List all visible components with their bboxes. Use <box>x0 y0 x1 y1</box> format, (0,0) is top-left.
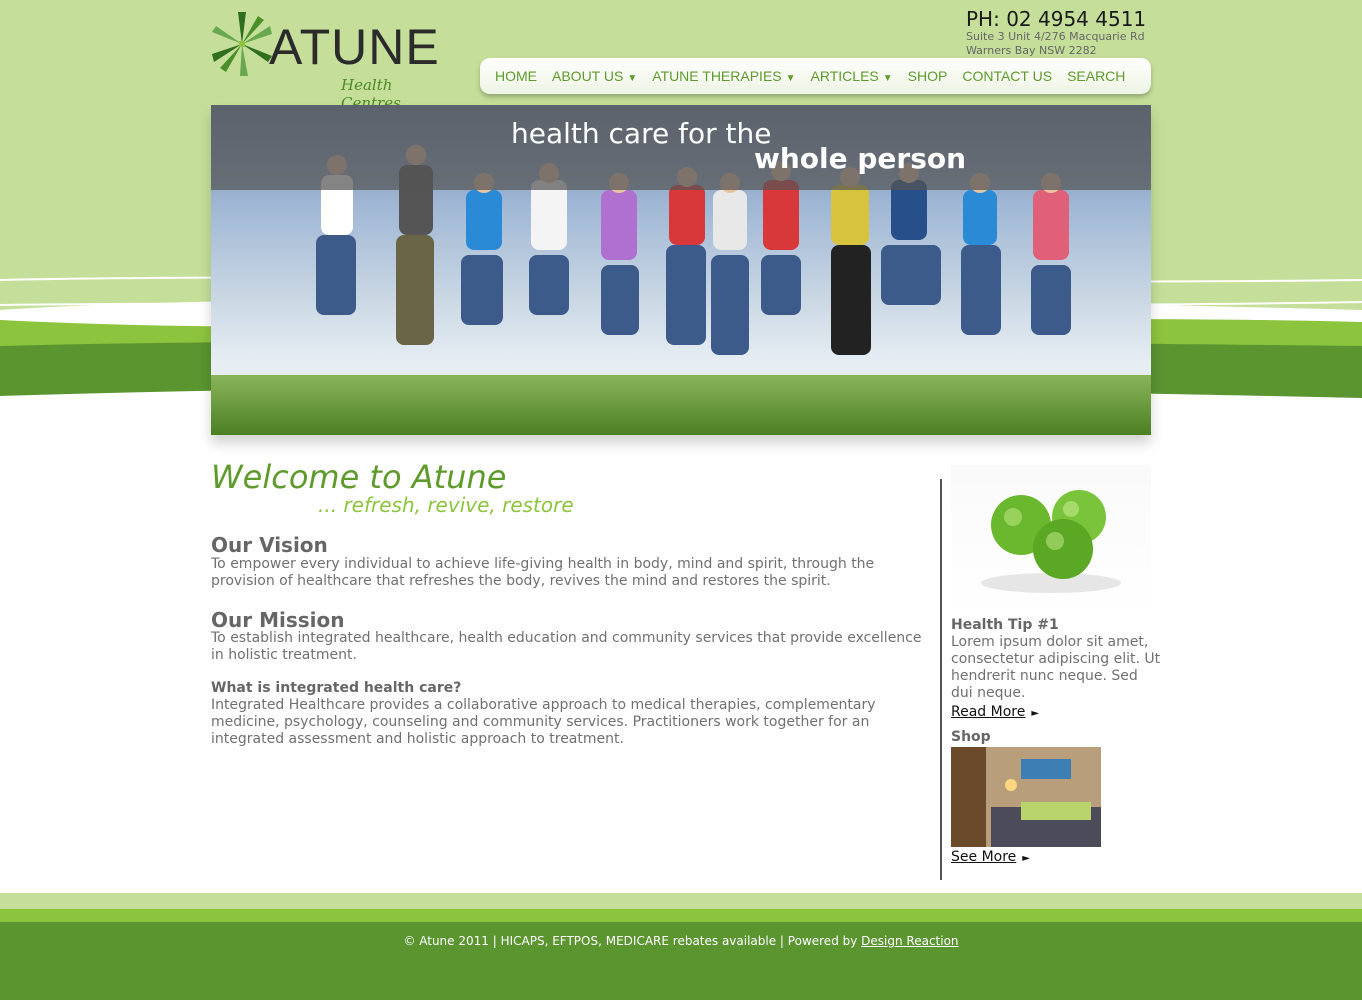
atune-logo[interactable]: ATUNE Health Centres <box>211 8 451 112</box>
nav-home[interactable]: HOME <box>495 68 537 84</box>
footer-design-reaction-link[interactable]: Design Reaction <box>861 934 958 948</box>
column-divider <box>940 479 942 880</box>
nav-articles-label: ARTICLES <box>810 68 879 84</box>
nav-about-us-label: ABOUT US <box>552 68 624 84</box>
nav-atune-therapies[interactable]: ATUNE THERAPIES ▼ <box>652 68 795 84</box>
health-tip-text: Lorem ipsum dolor sit amet, consectetur … <box>951 634 1161 701</box>
nav-therapies-label: ATUNE THERAPIES <box>652 68 782 84</box>
nav-contact-us[interactable]: CONTACT US <box>962 68 1052 84</box>
vision-heading: Our Vision <box>211 533 328 557</box>
nav-about-us[interactable]: ABOUT US ▼ <box>552 68 637 84</box>
read-more-row: Read More ► <box>951 701 1039 720</box>
caret-down-icon: ▼ <box>882 73 893 84</box>
address-line-2: Warners Bay NSW 2282 <box>966 44 1097 57</box>
caret-down-icon: ▼ <box>627 73 638 84</box>
hero-caption-line-1: health care for the <box>511 117 772 150</box>
leaf-logo-icon <box>212 12 272 76</box>
phone-number: PH: 02 4954 4511 <box>966 7 1147 31</box>
nav-shop[interactable]: SHOP <box>908 68 948 84</box>
page-title: Welcome to Atune <box>211 458 507 496</box>
integrated-heading: What is integrated health care? <box>211 680 462 696</box>
see-more-link[interactable]: See More <box>951 849 1016 865</box>
footer-stripe-mid <box>0 909 1362 922</box>
arrow-right-icon: ► <box>1022 853 1030 864</box>
apples-icon <box>981 490 1121 593</box>
main-navigation: HOME ABOUT US ▼ ATUNE THERAPIES ▼ ARTICLES… <box>480 58 1151 94</box>
integrated-text: Integrated Healthcare provides a collabo… <box>211 697 876 747</box>
see-more-row: See More ► <box>951 846 1030 865</box>
hero-grass <box>211 375 1151 435</box>
mission-heading: Our Mission <box>211 608 345 632</box>
green-apples-image <box>951 465 1151 620</box>
shop-room-image[interactable] <box>951 747 1101 847</box>
treatment-room-icon <box>951 747 1101 847</box>
arrow-right-icon: ► <box>1031 708 1040 719</box>
footer-text: © Atune 2011 | HICAPS, EFTPOS, MEDICARE … <box>0 934 1362 948</box>
hero-caption-line-2: whole person <box>754 142 967 175</box>
shop-title: Shop <box>951 729 991 745</box>
address-line-1: Suite 3 Unit 4/276 Macquarie Rd <box>966 30 1145 43</box>
logo-wordmark: ATUNE <box>269 19 440 75</box>
read-more-link[interactable]: Read More <box>951 704 1025 720</box>
footer-copyright: © Atune 2011 | HICAPS, EFTPOS, MEDICARE … <box>403 934 858 948</box>
footer-stripe-light <box>0 893 1362 909</box>
caret-down-icon: ▼ <box>785 73 796 84</box>
nav-articles[interactable]: ARTICLES ▼ <box>811 68 893 84</box>
health-tip-title: Health Tip #1 <box>951 617 1059 633</box>
mission-text: To establish integrated healthcare, heal… <box>211 630 922 663</box>
nav-search[interactable]: SEARCH <box>1067 68 1125 84</box>
address: Suite 3 Unit 4/276 Macquarie Rd Warners … <box>966 30 1145 58</box>
page-tagline: ... refresh, revive, restore <box>318 493 574 517</box>
hero-caption-band: health care for the whole person <box>211 105 1151 190</box>
hero-banner: health care for the whole person <box>211 105 1151 435</box>
vision-text: To empower every individual to achieve l… <box>211 556 875 589</box>
